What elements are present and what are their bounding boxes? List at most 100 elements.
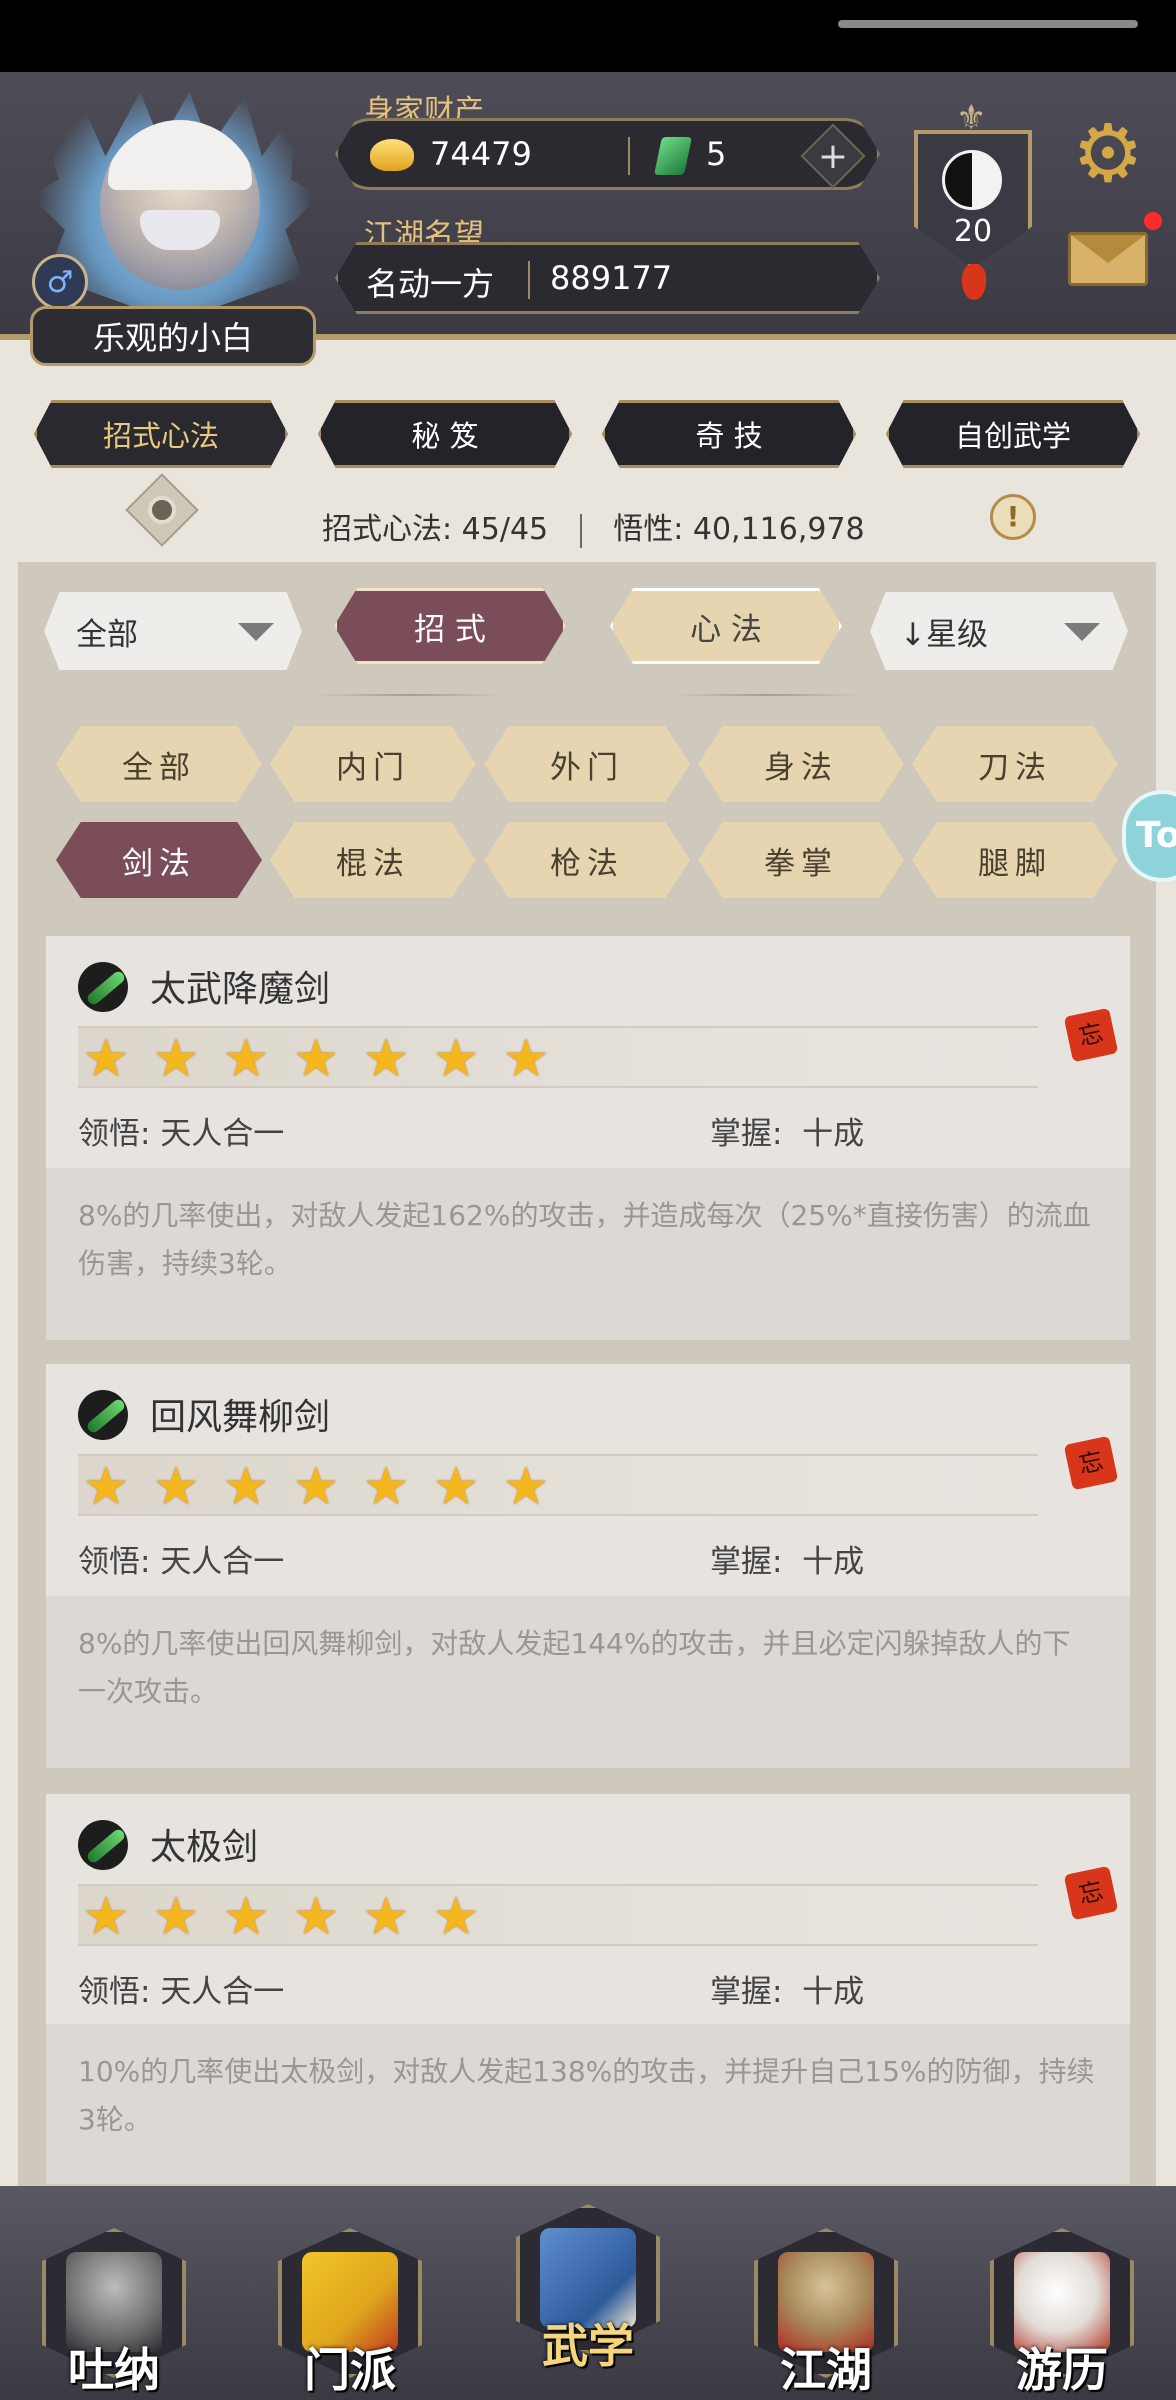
nav-breathing[interactable]: 吐纳 xyxy=(36,2222,192,2397)
forget-button[interactable]: 忘 xyxy=(1063,1007,1119,1063)
jade-icon xyxy=(653,137,693,175)
rank-level: 20 xyxy=(953,214,993,249)
category-staff[interactable]: 棍法 xyxy=(270,822,476,898)
player-header: ♂ 乐观的小白 身家财产 74479 5 + 江湖名望 名动一方 889177 … xyxy=(0,72,1176,366)
star-icon: ★ xyxy=(362,1457,410,1517)
home-indicator xyxy=(838,20,1138,28)
star-icon: ★ xyxy=(292,1029,340,1089)
category-inner[interactable]: 内门 xyxy=(270,726,476,802)
rank-badge[interactable]: ⚜ 20 xyxy=(908,92,1038,302)
skills-count-label: 招式心法: xyxy=(322,512,453,547)
star-icon: ★ xyxy=(82,1887,130,1947)
star-icon: ★ xyxy=(502,1457,550,1517)
currency-bar: 74479 5 + xyxy=(335,118,880,190)
gold-ingot-icon xyxy=(370,139,414,171)
sort-select[interactable]: ↓星级 xyxy=(870,592,1128,670)
skill-name: 回风舞柳剑 xyxy=(150,1397,331,1438)
category-fist[interactable]: 拳掌 xyxy=(698,822,904,898)
chevron-down-icon xyxy=(1064,623,1100,641)
star-icon: ★ xyxy=(222,1029,270,1089)
category-movement[interactable]: 身法 xyxy=(698,726,904,802)
type-mind-button[interactable]: 心 法 xyxy=(610,588,842,664)
category-sword[interactable]: 剑法 xyxy=(56,822,262,898)
nav-martial-arts[interactable]: 武学 xyxy=(510,2198,666,2373)
star-icon: ★ xyxy=(222,1457,270,1517)
star-icon: ★ xyxy=(152,1029,200,1089)
type-moves-button[interactable]: 招 式 xyxy=(334,588,566,664)
bottom-navigation: 吐纳 门派 武学 江湖 游历 xyxy=(0,2186,1176,2400)
nav-label: 江湖 xyxy=(780,2343,872,2397)
yin-yang-icon xyxy=(942,150,1002,210)
mail-icon[interactable] xyxy=(1068,232,1148,286)
tab-moves-and-mind[interactable]: 招式心法 xyxy=(34,400,288,468)
male-gender-icon: ♂ xyxy=(32,254,88,310)
sword-skill-icon xyxy=(78,1820,128,1870)
star-icon: ★ xyxy=(82,1029,130,1089)
nav-jianghu[interactable]: 江湖 xyxy=(748,2222,904,2397)
forget-button[interactable]: 忘 xyxy=(1063,1865,1119,1921)
add-currency-button[interactable]: + xyxy=(800,123,866,189)
tab-special-skills[interactable]: 奇 技 xyxy=(602,400,856,468)
mastery-level: 掌握: 十成 xyxy=(710,1544,865,1580)
avatar-portrait xyxy=(100,120,260,290)
info-icon[interactable]: ! xyxy=(990,494,1036,540)
forget-button[interactable]: 忘 xyxy=(1063,1435,1119,1491)
skill-description: 8%的几率使出回风舞柳剑，对敌人发起144%的攻击，并且必定闪躲掉敌人的下一次攻… xyxy=(78,1627,1071,1708)
reputation-bar: 名动一方 889177 xyxy=(335,242,880,314)
star-icon: ★ xyxy=(152,1457,200,1517)
reputation-value: 889177 xyxy=(550,259,673,297)
player-name[interactable]: 乐观的小白 xyxy=(30,306,316,366)
nav-sect[interactable]: 门派 xyxy=(272,2222,428,2397)
tassel-icon xyxy=(962,264,986,300)
category-leg[interactable]: 腿脚 xyxy=(912,822,1118,898)
skill-description-area: 10%的几率使出太极剑，对敌人发起138%的攻击，并提升自己15%的防御，持续3… xyxy=(46,2024,1130,2184)
nav-travel[interactable]: 游历 xyxy=(984,2222,1140,2397)
star-icon: ★ xyxy=(502,1029,550,1089)
category-all[interactable]: 全部 xyxy=(56,726,262,802)
star-icon: ★ xyxy=(222,1887,270,1947)
star-icon: ★ xyxy=(362,1887,410,1947)
star-icon: ★ xyxy=(82,1457,130,1517)
skill-card[interactable]: 太武降魔剑 忘 ★ ★ ★ ★ ★ ★ ★ 领悟: 天人合一 掌握: 十成 8%的几率使出，… xyxy=(44,934,1132,1342)
tab-secret-manuals[interactable]: 秘 笈 xyxy=(318,400,572,468)
eye-icon[interactable] xyxy=(124,473,200,547)
status-bar xyxy=(0,0,1176,72)
category-blade[interactable]: 刀法 xyxy=(912,726,1118,802)
star-rating: ★ ★ ★ ★ ★ ★ ★ xyxy=(78,1454,1038,1516)
nav-label: 武学 xyxy=(542,2319,634,2373)
star-icon: ★ xyxy=(432,1457,480,1517)
gear-icon[interactable]: ⚙ xyxy=(1066,112,1150,196)
skill-card[interactable]: 回风舞柳剑 忘 ★ ★ ★ ★ ★ ★ ★ 领悟: 天人合一 掌握: 十成 8%的几率使出回… xyxy=(44,1362,1132,1770)
nav-label: 门派 xyxy=(304,2343,396,2397)
tab-self-created[interactable]: 自创武学 xyxy=(886,400,1140,468)
star-icon: ★ xyxy=(432,1887,480,1947)
insight-value: 40,116,978 xyxy=(692,512,865,547)
skill-description: 8%的几率使出，对敌人发起162%的攻击，并造成每次（25%*直接伤害）的流血伤… xyxy=(78,1199,1091,1280)
skill-name: 太极剑 xyxy=(150,1827,259,1868)
mastery-level: 掌握: 十成 xyxy=(710,1974,865,2010)
skill-description-area: 8%的几率使出，对敌人发起162%的攻击，并造成每次（25%*直接伤害）的流血伤… xyxy=(46,1168,1130,1340)
nav-label: 吐纳 xyxy=(68,2343,160,2397)
nav-label: 游历 xyxy=(1016,2343,1108,2397)
notification-dot xyxy=(1144,212,1162,230)
divider-ornament xyxy=(314,692,504,698)
mastery-level: 掌握: 十成 xyxy=(710,1116,865,1152)
sword-skill-icon xyxy=(78,962,128,1012)
star-icon: ★ xyxy=(292,1457,340,1517)
skill-name: 太武降魔剑 xyxy=(150,969,331,1010)
plus-icon: + xyxy=(817,135,849,177)
scope-select-value: 全部 xyxy=(76,616,138,653)
sort-select-value: ↓星级 xyxy=(900,616,988,653)
main-tabs: 招式心法 秘 笈 奇 技 自创武学 xyxy=(0,400,1176,474)
category-outer[interactable]: 外门 xyxy=(484,726,690,802)
star-icon: ★ xyxy=(362,1029,410,1089)
star-icon: ★ xyxy=(432,1029,480,1089)
reputation-title: 名动一方 xyxy=(366,265,495,303)
star-icon: ★ xyxy=(152,1887,200,1947)
gold-amount: 74479 xyxy=(430,135,532,173)
scope-select[interactable]: 全部 xyxy=(44,592,302,670)
skills-count-value: 45/45 xyxy=(461,512,549,547)
category-spear[interactable]: 枪法 xyxy=(484,822,690,898)
star-icon: ★ xyxy=(292,1887,340,1947)
skill-card[interactable]: 太极剑 忘 ★ ★ ★ ★ ★ ★ 领悟: 天人合一 掌握: 十成 10%的几率使出太极剑… xyxy=(44,1792,1132,2186)
